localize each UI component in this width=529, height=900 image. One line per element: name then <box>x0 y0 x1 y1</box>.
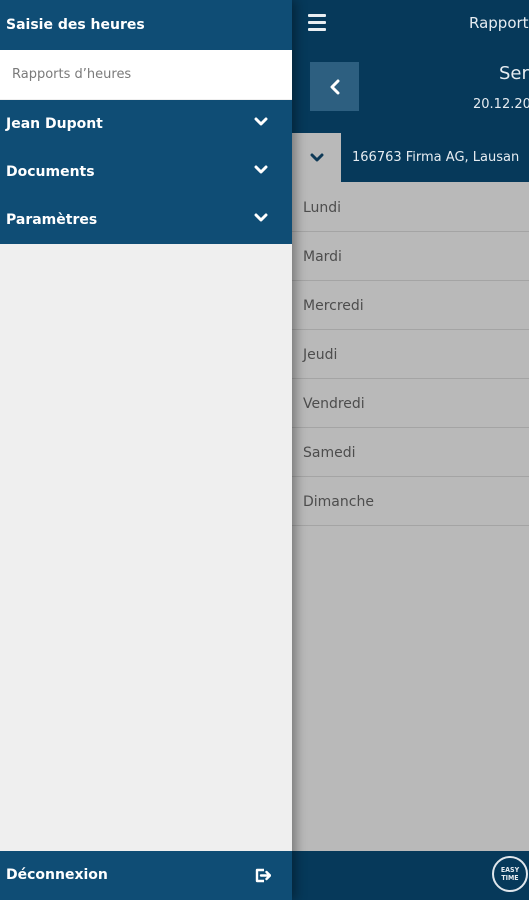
logo-text-1: EASY <box>500 866 520 874</box>
hamburger-icon[interactable] <box>308 14 326 34</box>
easy-time-logo: EASY TIME <box>492 856 528 892</box>
logout-label: Déconnexion <box>6 867 108 883</box>
drawer-title[interactable]: Saisie des heures <box>0 0 292 50</box>
project-label[interactable]: 166763 Firma AG, Lausan <box>341 133 529 182</box>
drawer-item-label: Documents <box>6 164 95 180</box>
chevron-down-icon <box>310 153 323 161</box>
drawer-link-timesheets[interactable]: Rapports d’heures <box>0 50 292 99</box>
drawer-item-label: Jean Dupont <box>6 116 103 132</box>
logo-text-2: TIME <box>501 874 519 882</box>
day-row-wednesday[interactable]: Mercredi <box>292 281 529 330</box>
app-title: Rapport <box>469 14 529 32</box>
drawer-item-documents[interactable]: Documents <box>0 148 292 196</box>
drawer-item-settings[interactable]: Paramètres <box>0 196 292 244</box>
drawer-item-user[interactable]: Jean Dupont <box>0 100 292 148</box>
project-toggle-button[interactable] <box>292 133 341 182</box>
week-title: Ser <box>499 63 529 84</box>
logout-icon <box>255 868 271 883</box>
day-row-tuesday[interactable]: Mardi <box>292 232 529 281</box>
chevron-down-icon <box>254 165 268 174</box>
navigation-drawer: Saisie des heures Rapports d’heures Jean… <box>0 0 292 900</box>
day-row-monday[interactable]: Lundi <box>292 183 529 232</box>
chevron-down-icon <box>254 213 268 222</box>
drawer-item-label: Paramètres <box>6 212 98 228</box>
chevron-down-icon <box>254 117 268 126</box>
day-row-friday[interactable]: Vendredi <box>292 379 529 428</box>
previous-week-button[interactable] <box>310 62 359 111</box>
day-row-sunday[interactable]: Dimanche <box>292 477 529 526</box>
logout-button[interactable]: Déconnexion <box>0 851 292 900</box>
day-row-saturday[interactable]: Samedi <box>292 428 529 477</box>
chevron-left-icon <box>330 79 339 94</box>
week-date: 20.12.20 <box>473 97 529 112</box>
day-row-thursday[interactable]: Jeudi <box>292 330 529 379</box>
day-list: Lundi Mardi Mercredi Jeudi Vendredi Same… <box>292 183 529 526</box>
